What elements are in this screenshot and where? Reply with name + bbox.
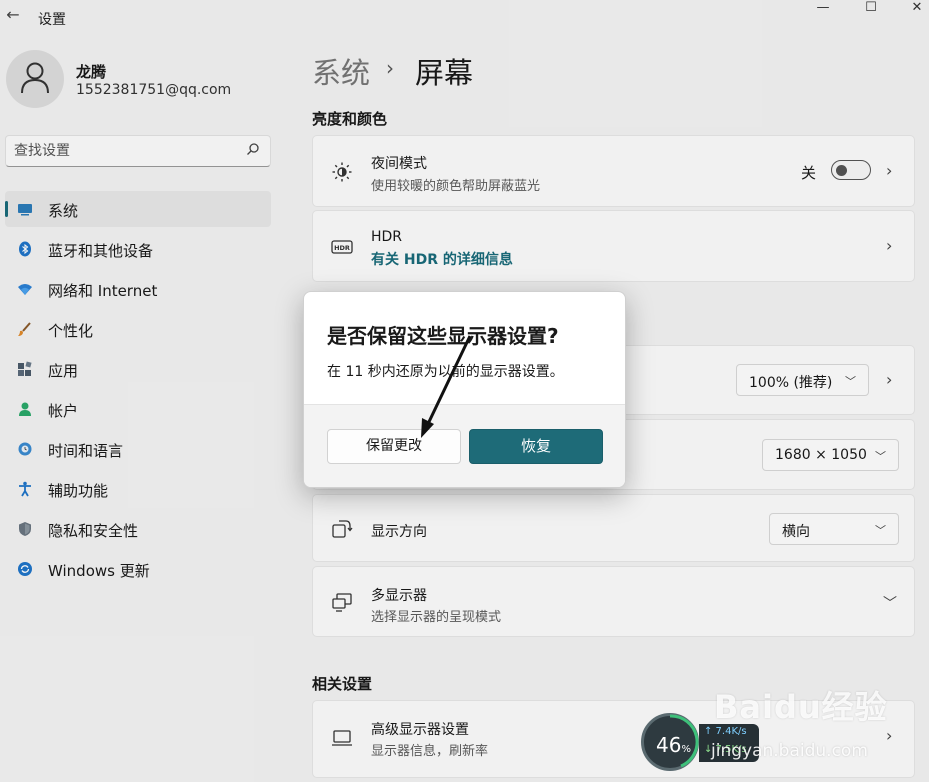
baidu-watermark-url: jingyan.baidu.com	[711, 741, 868, 761]
gauge-percent: 46%	[656, 733, 691, 757]
keep-display-settings-dialog: 是否保留这些显示器设置? 在 11 秒内还原为以前的显示器设置。 保留更改 恢复	[303, 291, 626, 488]
dialog-title: 是否保留这些显示器设置?	[327, 324, 559, 348]
settings-window: ← 设置 — ☐ ✕ 龙腾 1552381751@qq.com 系统	[0, 0, 929, 782]
dialog-footer: 保留更改 恢复	[304, 404, 625, 487]
baidu-watermark-logo: Baidu经验	[714, 688, 888, 726]
revert-button[interactable]: 恢复	[469, 429, 603, 464]
memory-gauge: 46%	[641, 713, 699, 771]
gauge-percent-unit: %	[681, 744, 691, 755]
keep-changes-button[interactable]: 保留更改	[327, 429, 461, 464]
gauge-percent-value: 46	[656, 733, 682, 757]
dialog-message: 在 11 秒内还原为以前的显示器设置。	[327, 364, 564, 380]
